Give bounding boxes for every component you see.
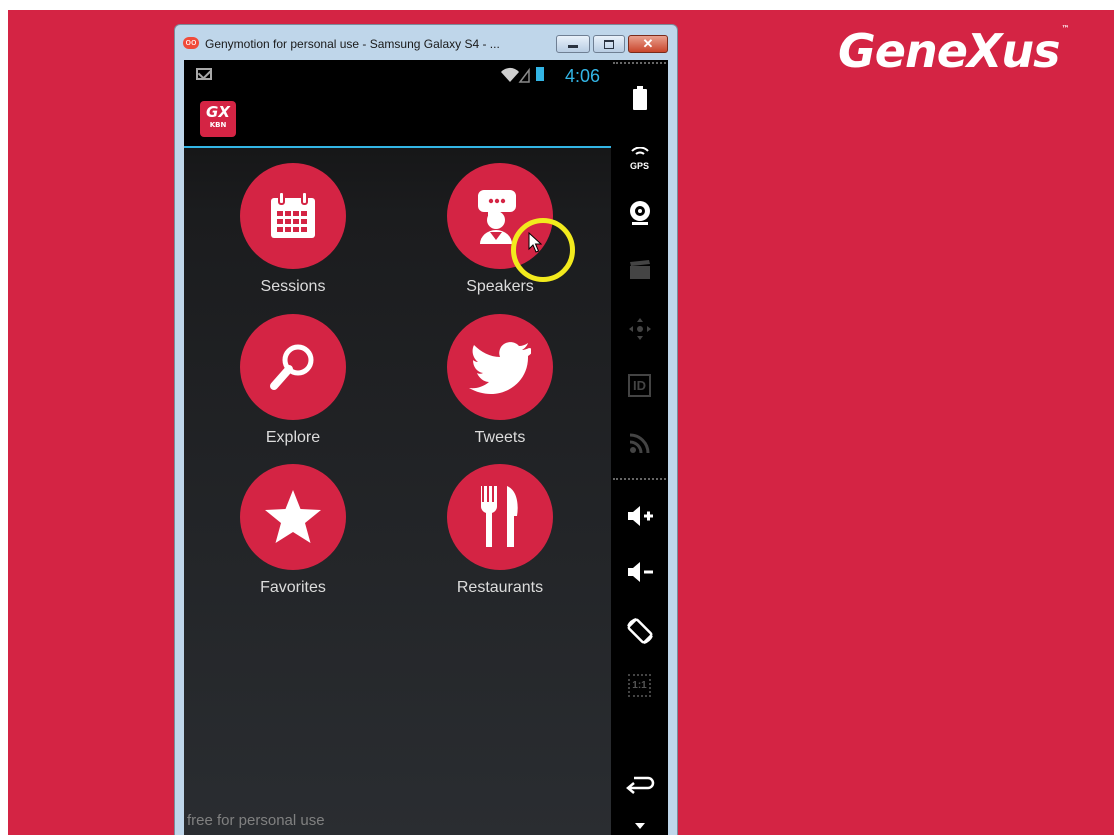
app-logo[interactable]: GX KBN — [200, 101, 236, 137]
android-screen: 4:06 GX KBN Sessions Speakers Explore Tw… — [184, 60, 611, 835]
device-id-label: ID — [628, 374, 651, 397]
back-icon[interactable] — [611, 774, 668, 799]
scale-label: 1:1 — [628, 674, 651, 697]
calendar-icon — [271, 191, 315, 238]
speakers-label: Speakers — [466, 278, 534, 295]
sessions-button[interactable] — [240, 163, 346, 269]
tweets-label: Tweets — [474, 429, 526, 446]
menu-item-explore[interactable]: Explore — [198, 314, 388, 447]
maximize-button[interactable] — [593, 35, 625, 53]
gps-icon[interactable]: GPS — [611, 144, 668, 171]
window-titlebar[interactable]: oo Genymotion for personal use - Samsung… — [175, 25, 677, 61]
gps-label: GPS — [629, 161, 649, 171]
menu-item-tweets[interactable]: Tweets — [405, 314, 595, 447]
explore-label: Explore — [265, 429, 321, 446]
restaurants-button[interactable] — [447, 464, 553, 570]
toolbar-separator — [613, 478, 666, 480]
menu-item-restaurants[interactable]: Restaurants — [405, 464, 595, 597]
explore-button[interactable] — [240, 314, 346, 420]
battery-status-icon — [536, 67, 544, 81]
status-bar: 4:06 — [184, 60, 611, 90]
close-button[interactable]: ✕ — [628, 35, 668, 53]
minimize-button[interactable] — [556, 35, 590, 53]
device-id-icon: ID — [611, 374, 668, 397]
volume-down-icon[interactable] — [611, 562, 668, 587]
scroll-down-icon[interactable] — [611, 816, 668, 834]
menu-item-sessions[interactable]: Sessions — [198, 163, 388, 296]
genexus-logo: GeneXus ™ — [838, 24, 1070, 78]
fork-knife-icon — [480, 486, 518, 547]
wifi-signal-icon — [501, 67, 530, 83]
action-bar: GX KBN — [184, 90, 611, 148]
status-time: 4:06 — [565, 66, 601, 86]
gmail-icon — [196, 68, 212, 80]
toolbar-separator — [613, 62, 666, 64]
favorites-label: Favorites — [260, 579, 326, 596]
personal-use-watermark: free for personal use — [187, 812, 325, 829]
app-logo-bottom: KBN — [209, 121, 227, 129]
window-title: Genymotion for personal use - Samsung Ga… — [205, 37, 500, 51]
twitter-bird-icon — [469, 342, 531, 394]
favorites-button[interactable] — [240, 464, 346, 570]
app-logo-top: GX — [206, 103, 230, 121]
sessions-label: Sessions — [260, 278, 326, 295]
click-highlight-ring — [511, 218, 575, 282]
genymotion-icon: oo — [183, 37, 199, 49]
rotate-icon[interactable] — [611, 616, 668, 651]
screen-capture-icon — [611, 260, 668, 285]
mouse-pointer-icon — [528, 232, 542, 253]
tweets-button[interactable] — [447, 314, 553, 420]
volume-up-icon[interactable] — [611, 506, 668, 531]
magnifier-icon — [270, 344, 314, 390]
emulator-side-toolbar: GPS ID 1:1 — [611, 60, 668, 835]
dpad-icon — [611, 316, 668, 347]
restaurants-label: Restaurants — [456, 579, 544, 596]
camera-icon[interactable] — [611, 200, 668, 231]
scale-icon: 1:1 — [611, 674, 668, 697]
rss-icon — [611, 432, 668, 459]
battery-icon[interactable] — [611, 86, 668, 115]
menu-item-favorites[interactable]: Favorites — [198, 464, 388, 597]
star-icon — [265, 490, 321, 543]
